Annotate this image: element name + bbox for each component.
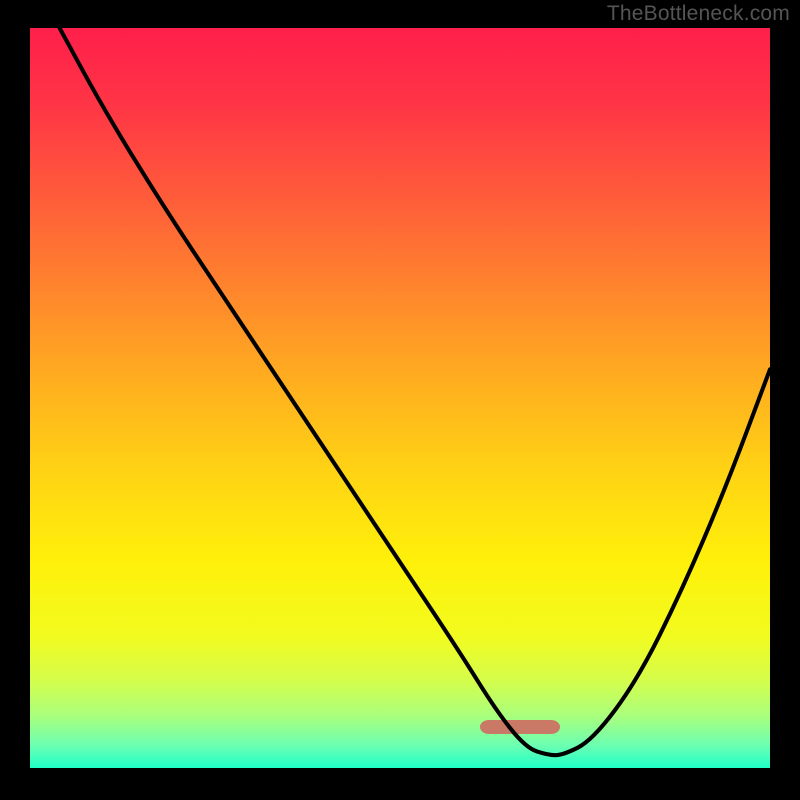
plot-frame bbox=[30, 28, 770, 770]
bottleneck-curve bbox=[60, 28, 770, 755]
watermark-text: TheBottleneck.com bbox=[607, 2, 790, 26]
highlight-band bbox=[480, 720, 560, 734]
curve-layer bbox=[30, 28, 770, 770]
chart-container: TheBottleneck.com bbox=[0, 0, 800, 800]
